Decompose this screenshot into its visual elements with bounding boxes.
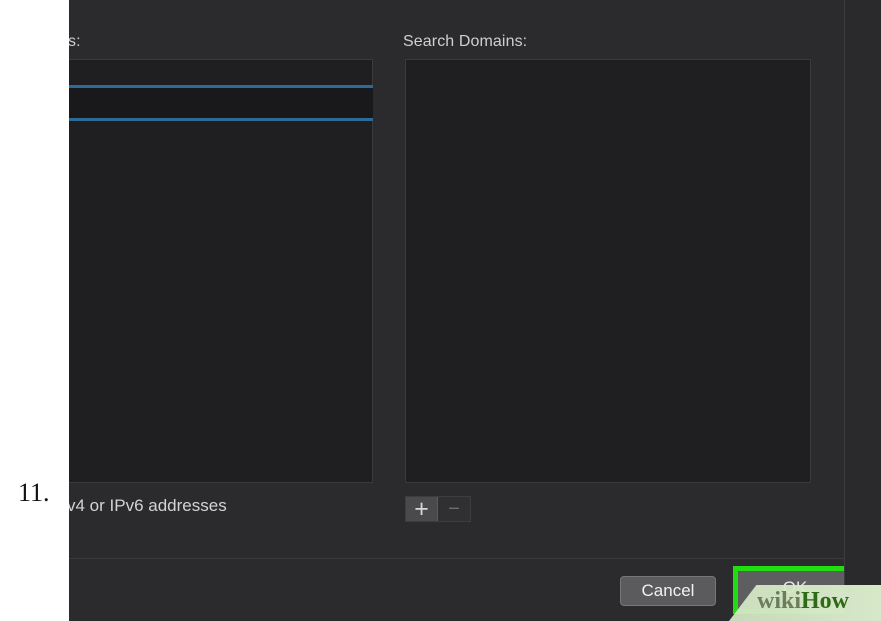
wikihow-wiki-text: wiki xyxy=(757,588,802,614)
step-number: 11. xyxy=(18,478,50,507)
dns-servers-list[interactable] xyxy=(69,59,373,483)
search-domains-list[interactable] xyxy=(405,59,811,483)
dns-settings-dialog: s: Search Domains: v4 or IPv6 addresses … xyxy=(69,0,881,621)
dns-servers-label: s: xyxy=(69,33,81,50)
search-domain-add-remove-controls: + − xyxy=(405,496,471,522)
dialog-right-edge xyxy=(844,0,881,621)
selected-dns-row[interactable] xyxy=(69,85,373,121)
wikihow-how-text: How xyxy=(801,588,850,614)
search-domains-label: Search Domains: xyxy=(403,33,528,50)
address-hint-text: v4 or IPv6 addresses xyxy=(69,496,227,515)
footer-divider xyxy=(69,558,845,559)
wikihow-logo: wikiHow xyxy=(757,588,849,615)
add-domain-button[interactable]: + xyxy=(406,496,438,521)
remove-domain-button[interactable]: − xyxy=(438,497,470,521)
cancel-button[interactable]: Cancel xyxy=(620,576,716,606)
